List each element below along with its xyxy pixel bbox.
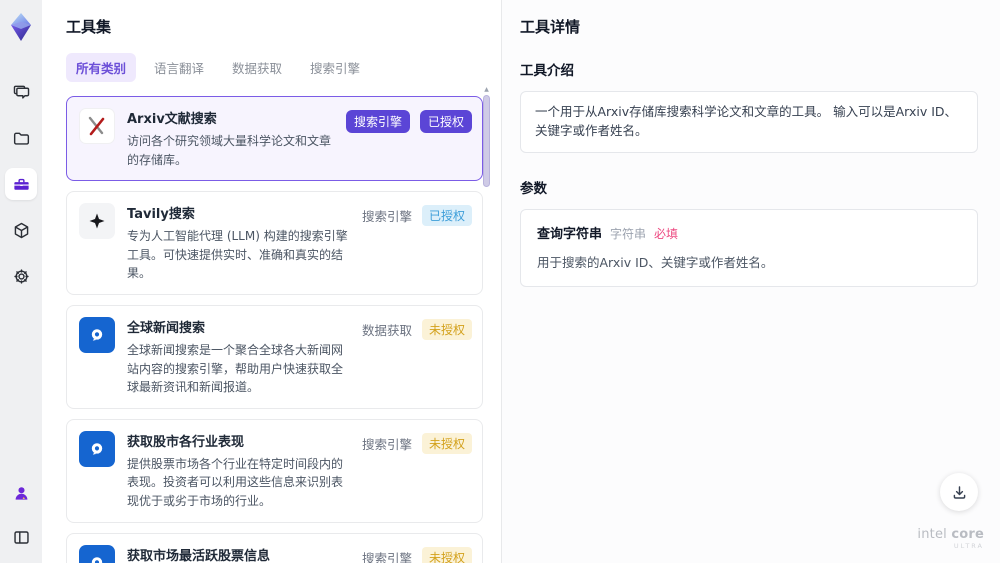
sidebar-item-toolbox[interactable] bbox=[5, 168, 37, 200]
parameter-type: 字符串 bbox=[610, 226, 647, 241]
auth-status-badge: 已授权 bbox=[419, 110, 472, 133]
user-avatar[interactable] bbox=[5, 477, 37, 509]
details-title: 工具详情 bbox=[520, 18, 581, 36]
app-window: 工具集 所有类别 语言翻译 数据获取 搜索引擎 Arxiv文献搜索 访问各个研究… bbox=[0, 0, 1000, 563]
tab-translation[interactable]: 语言翻译 bbox=[144, 53, 214, 82]
tool-description: 专为人工智能代理 (LLM) 构建的搜索引擎工具。可快速提供实时、准确和真实的结… bbox=[127, 229, 348, 281]
auth-status-badge: 未授权 bbox=[421, 318, 472, 340]
tool-card-active-stocks[interactable]: 获取市场最活跃股票信息 提供当天交易量最高的股票列表，投资者可以利用这些信息来识… bbox=[66, 532, 483, 563]
category-label: 搜索引擎 bbox=[361, 209, 412, 225]
tool-name: 全球新闻搜索 bbox=[127, 320, 206, 336]
tool-description: 提供股票市场各个行业在特定时间段内的表现。投资者可以利用这些信息来识别表现优于或… bbox=[127, 456, 344, 508]
scrollbar-thumb[interactable] bbox=[483, 95, 490, 187]
parameter-name: 查询字符串 bbox=[537, 226, 603, 242]
tool-card-list: Arxiv文献搜索 访问各个研究领域大量科学论文和文章的存储库。 搜索引擎 已授… bbox=[66, 96, 483, 563]
folder-icon bbox=[13, 132, 29, 145]
sidebar-item-files[interactable] bbox=[5, 122, 37, 154]
tool-name: Tavily搜索 bbox=[127, 207, 195, 223]
toolbox-icon bbox=[13, 178, 29, 190]
tool-name: Arxiv文献搜索 bbox=[127, 112, 217, 127]
parameter-description: 用于搜索的Arxiv ID、关键字或作者姓名。 bbox=[537, 254, 774, 270]
category-label: 搜索引擎 bbox=[361, 436, 412, 452]
tool-description: 访问各个研究领域大量科学论文和文章的存储库。 bbox=[127, 134, 332, 167]
app-logo-icon bbox=[11, 13, 31, 41]
list-scrollbar[interactable]: ▲ bbox=[483, 86, 490, 563]
required-badge: 必填 bbox=[654, 226, 679, 241]
news-search-logo-icon bbox=[79, 544, 115, 563]
tool-description: 全球新闻搜索是一个聚合全球各大新闻网站内容的搜索引擎，帮助用户快速获取全球最新资… bbox=[127, 342, 344, 395]
news-search-logo-icon bbox=[79, 316, 115, 353]
tool-card-tavily[interactable]: Tavily搜索 专为人工智能代理 (LLM) 构建的搜索引擎工具。可快速提供实… bbox=[66, 191, 483, 295]
chat-icon bbox=[13, 85, 29, 99]
gear-icon bbox=[13, 268, 29, 284]
intro-section-title: 工具介绍 bbox=[520, 63, 574, 79]
tab-all-categories[interactable]: 所有类别 bbox=[66, 53, 137, 82]
auth-status-badge: 未授权 bbox=[421, 546, 472, 563]
user-icon bbox=[15, 486, 27, 500]
sidebar-item-settings[interactable] bbox=[5, 260, 37, 292]
tab-data-fetch[interactable]: 数据获取 bbox=[222, 53, 292, 82]
tool-name: 获取市场最活跃股票信息 bbox=[127, 548, 271, 563]
tool-intro-text: 一个用于从Arxiv存储库搜索科学论文和文章的工具。 输入可以是Arxiv ID… bbox=[520, 91, 978, 153]
auth-status-badge: 未授权 bbox=[421, 432, 472, 454]
tavily-star-icon bbox=[79, 203, 115, 240]
parameter-card: 查询字符串 字符串 必填 用于搜索的Arxiv ID、关键字或作者姓名。 bbox=[520, 208, 978, 287]
sidebar-item-models[interactable] bbox=[5, 214, 37, 246]
collapse-sidebar-button[interactable] bbox=[5, 521, 37, 553]
scrollbar-up-arrow[interactable]: ▲ bbox=[483, 86, 490, 94]
tool-name: 获取股市各行业表现 bbox=[127, 434, 245, 450]
tool-card-arxiv[interactable]: Arxiv文献搜索 访问各个研究领域大量科学论文和文章的存储库。 搜索引擎 已授… bbox=[66, 96, 483, 182]
toolset-panel: 工具集 所有类别 语言翻译 数据获取 搜索引擎 Arxiv文献搜索 访问各个研究… bbox=[42, 0, 502, 563]
tool-card-sector-performance[interactable]: 获取股市各行业表现 提供股票市场各个行业在特定时间段内的表现。投资者可以利用这些… bbox=[66, 418, 483, 523]
news-search-logo-icon bbox=[79, 430, 115, 467]
auth-status-badge: 已授权 bbox=[421, 205, 472, 227]
sidebar-rail bbox=[0, 0, 42, 563]
category-label: 搜索引擎 bbox=[361, 550, 412, 563]
sidebar-item-chat[interactable] bbox=[5, 76, 37, 108]
category-tabs: 所有类别 语言翻译 数据获取 搜索引擎 bbox=[66, 53, 501, 82]
category-badge: 搜索引擎 bbox=[345, 110, 410, 133]
cube-icon bbox=[14, 222, 28, 238]
download-button[interactable] bbox=[940, 473, 978, 511]
tool-card-global-news[interactable]: 全球新闻搜索 全球新闻搜索是一个聚合全球各大新闻网站内容的搜索引擎，帮助用户快速… bbox=[66, 304, 483, 409]
params-section-title: 参数 bbox=[520, 180, 547, 197]
page-title: 工具集 bbox=[66, 18, 112, 36]
intel-core-logo: intel core ULTRA bbox=[917, 526, 984, 550]
download-icon bbox=[953, 485, 965, 499]
arxiv-logo-icon bbox=[79, 108, 115, 144]
intel-core-sub-label: ULTRA bbox=[953, 541, 984, 550]
tool-details-panel: 工具详情 工具介绍 一个用于从Arxiv存储库搜索科学论文和文章的工具。 输入可… bbox=[502, 0, 1000, 563]
category-label: 数据获取 bbox=[361, 322, 412, 338]
panel-collapse-icon bbox=[13, 530, 29, 544]
tab-search-engine[interactable]: 搜索引擎 bbox=[300, 53, 370, 82]
